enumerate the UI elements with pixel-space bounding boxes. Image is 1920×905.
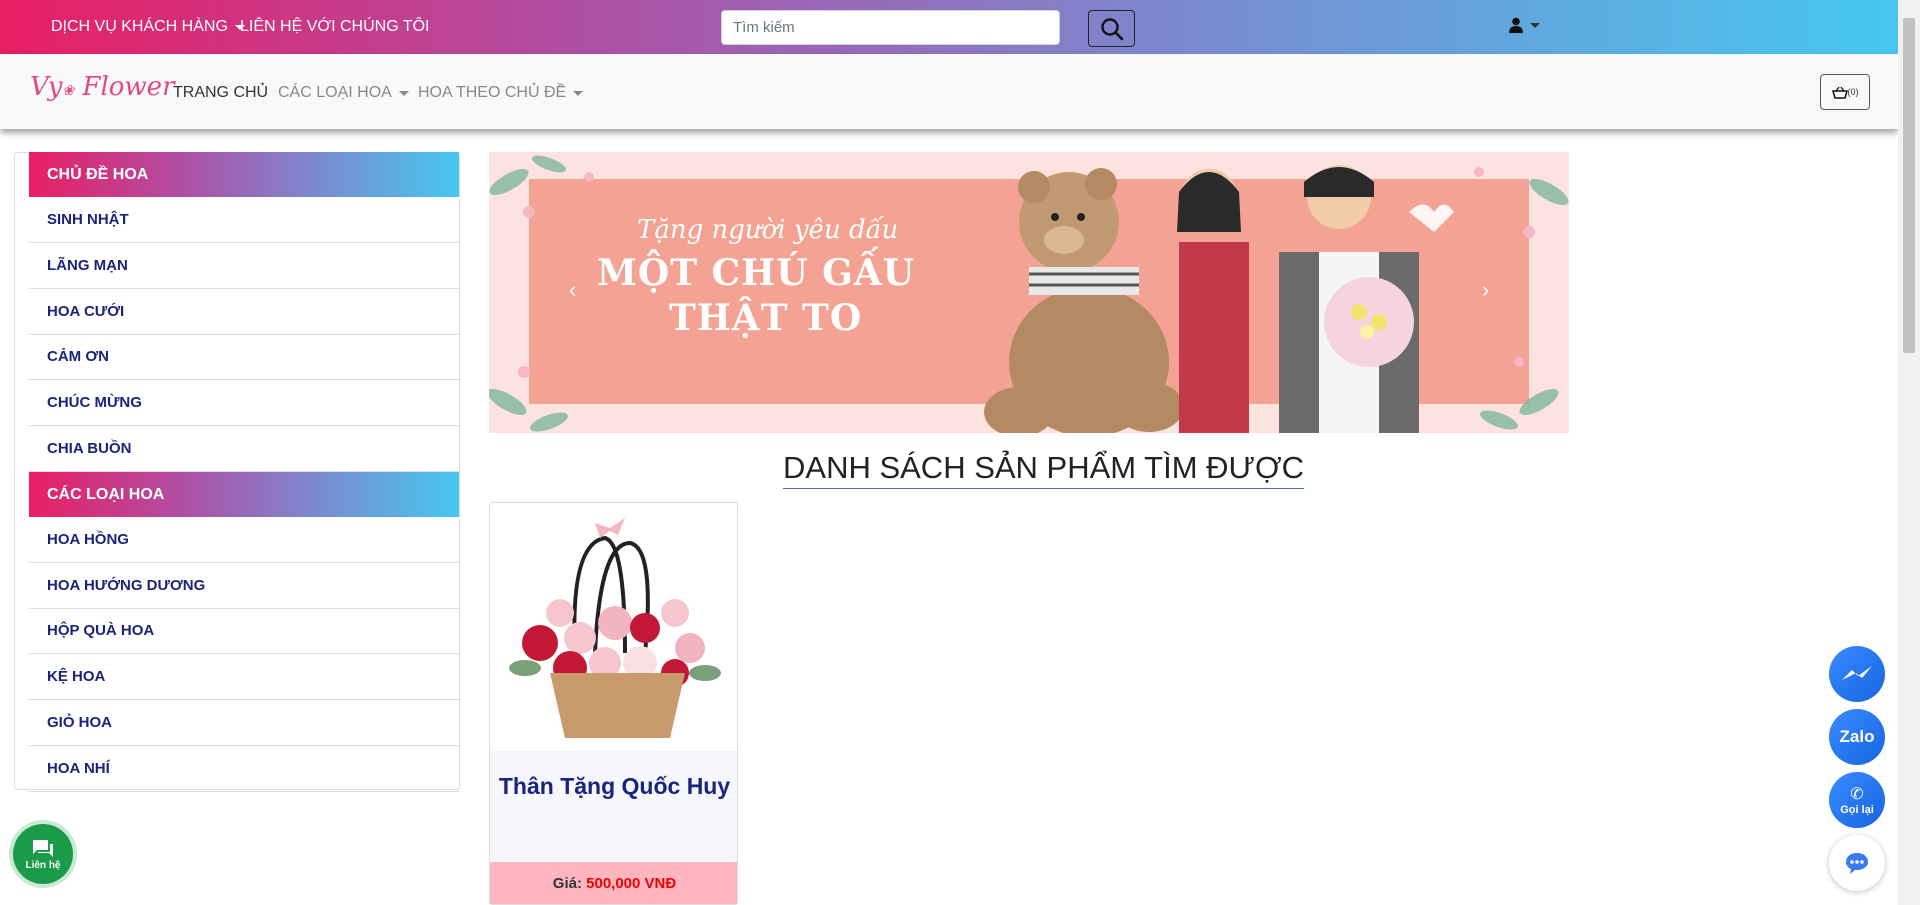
- flower-icon: ❀: [62, 83, 75, 99]
- chat-icon: [33, 839, 53, 857]
- price-value: 500,000 VNĐ: [586, 875, 677, 892]
- nav-flower-themes[interactable]: HOA THEO CHỦ ĐỀ: [418, 84, 584, 102]
- logo-text-left: Vy: [30, 72, 63, 102]
- logo[interactable]: Vy❀ Flower: [30, 72, 175, 102]
- sidebar-item-type-0[interactable]: HOA HỒNG: [29, 517, 459, 563]
- sidebar-item-theme-0[interactable]: SINH NHẬT: [29, 197, 459, 243]
- main-navbar: Vy❀ Flower TRANG CHỦ CÁC LOẠI HOA HOA TH…: [0, 54, 1898, 129]
- sidebar-item-type-1[interactable]: HOA HƯỚNG DƯƠNG: [29, 563, 459, 609]
- zalo-button[interactable]: Zalo: [1829, 709, 1885, 765]
- product-card-body: [490, 751, 737, 864]
- search-input[interactable]: Tìm kiếm: [721, 10, 1060, 45]
- sidebar-item-type-4[interactable]: GIỎ HOA: [29, 700, 459, 746]
- basket-icon: [1831, 86, 1848, 99]
- messenger-icon: [1842, 666, 1872, 680]
- sidebar-item-type-2[interactable]: HỘP QUÀ HOA: [29, 608, 459, 655]
- phone-icon: ✆: [1850, 786, 1864, 803]
- sidebar-item-theme-1[interactable]: LÃNG MẠN: [29, 243, 459, 289]
- contact-button[interactable]: Liên hệ: [13, 824, 73, 884]
- sidebar-item-theme-3[interactable]: CẢM ƠN: [29, 334, 459, 381]
- scrollbar-thumb[interactable]: [1903, 18, 1915, 353]
- sidebar-item-theme-4[interactable]: CHÚC MỪNG: [29, 380, 459, 427]
- contact-us-label: LIÊN HỆ VỚI CHÚNG TÔI: [240, 18, 430, 35]
- messenger-button[interactable]: [1829, 646, 1885, 702]
- product-image: [490, 503, 737, 751]
- logo-text-right: Flower: [82, 72, 175, 102]
- top-bar: DỊCH VỤ KHÁCH HÀNG LIÊN HỆ VỚI CHÚNG TÔI…: [0, 0, 1898, 54]
- cart-button[interactable]: (0): [1820, 74, 1870, 110]
- price-label: Giá:: [552, 875, 582, 892]
- customer-service-menu[interactable]: DỊCH VỤ KHÁCH HÀNG: [51, 18, 245, 36]
- chevron-down-icon: [573, 90, 584, 96]
- chevron-down-icon: [398, 90, 409, 96]
- scrollbar[interactable]: [1898, 0, 1920, 905]
- cart-count: (0): [1847, 87, 1859, 97]
- banner-line-3: THẬT TO: [669, 297, 863, 339]
- search-placeholder: Tìm kiếm: [733, 19, 795, 36]
- contact-us-link[interactable]: LIÊN HỆ VỚI CHÚNG TÔI: [240, 18, 429, 36]
- chat-bubble-icon: [1846, 853, 1868, 874]
- nav-flower-themes-label: HOA THEO CHỦ ĐỀ: [418, 84, 567, 101]
- banner-line-1: Tặng người yêu dấu: [637, 215, 899, 245]
- nav-flower-types-label: CÁC LOẠI HOA: [278, 84, 392, 101]
- customer-service-label: DỊCH VỤ KHÁCH HÀNG: [51, 18, 228, 35]
- sidebar-header-types: CÁC LOẠI HOA: [29, 471, 459, 517]
- contact-label: Liên hệ: [25, 859, 61, 871]
- search-button[interactable]: [1088, 10, 1135, 47]
- user-icon: [1509, 17, 1523, 33]
- sidebar-item-type-3[interactable]: KỆ HOA: [29, 654, 459, 701]
- chat-button[interactable]: [1829, 835, 1885, 891]
- nav-flower-types[interactable]: CÁC LOẠI HOA: [278, 84, 409, 102]
- product-name[interactable]: Thân Tặng Quốc Huy: [490, 773, 737, 800]
- search-icon: [1100, 17, 1123, 40]
- sidebar-header-themes: CHỦ ĐỀ HOA: [29, 152, 459, 197]
- sidebar-item-theme-2[interactable]: HOA CƯỚI: [29, 289, 459, 335]
- call-back-label: Gọi lại: [1840, 804, 1874, 816]
- product-price: Giá: 500,000 VNĐ: [490, 862, 737, 904]
- page-title: DANH SÁCH SẢN PHẨM TÌM ĐƯỢC: [783, 450, 1304, 489]
- carousel-prev-icon[interactable]: ‹: [569, 277, 576, 303]
- banner-line-2: MỘT CHÚ GẤU: [597, 252, 916, 294]
- banner-carousel[interactable]: Tặng người yêu dấu MỘT CHÚ GẤU THẬT TO ‹…: [489, 152, 1569, 433]
- product-card[interactable]: Thân Tặng Quốc Huy Giá: 500,000 VNĐ: [489, 502, 738, 905]
- chevron-down-icon: [1530, 22, 1540, 28]
- carousel-next-icon[interactable]: ›: [1482, 277, 1489, 303]
- sidebar-item-theme-5[interactable]: CHIA BUỒN: [29, 426, 459, 472]
- nav-home-label: TRANG CHỦ: [173, 84, 269, 101]
- nav-home[interactable]: TRANG CHỦ: [173, 84, 268, 102]
- call-back-button[interactable]: ✆ Gọi lại: [1829, 772, 1885, 828]
- zalo-label: Zalo: [1839, 727, 1875, 746]
- sidebar-item-type-5[interactable]: HOA NHÍ: [29, 746, 459, 792]
- user-menu[interactable]: [1509, 17, 1540, 33]
